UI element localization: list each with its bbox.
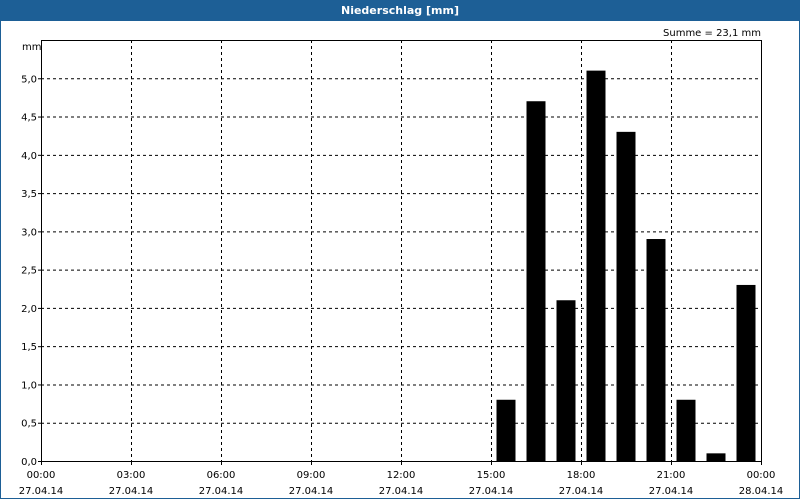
x-tick-time-label: 18:00 xyxy=(567,470,596,481)
x-tick-date-label: 27.04.14 xyxy=(379,486,424,497)
y-tick-label: 3,5 xyxy=(21,189,37,200)
precipitation-bar xyxy=(586,70,606,462)
bars xyxy=(496,70,756,462)
y-tick-labels: 0,0 0,5 1,0 1,5 2,0 2,5 3,0 3,5 4,0 4,5 5,0 xyxy=(21,74,37,468)
precipitation-bar xyxy=(556,300,576,461)
precipitation-bar xyxy=(646,239,666,461)
x-tick-time-label: 15:00 xyxy=(477,470,506,481)
precipitation-bar xyxy=(706,453,726,461)
precipitation-bar xyxy=(736,284,756,461)
y-tick-label: 2,5 xyxy=(21,266,37,277)
x-tick-time-label: 12:00 xyxy=(387,470,416,481)
precipitation-bar xyxy=(526,101,546,462)
x-tick-date-label: 27.04.14 xyxy=(199,486,244,497)
x-tick-time-label: 06:00 xyxy=(207,470,236,481)
x-tick-labels: 00:00 27.04.14 03:00 27.04.14 06:00 27.04.14 0… xyxy=(19,470,784,497)
precipitation-chart: mm Summe = 23,1 mm 0,0 0,5 1,0 1,5 2,0 2,5 3,0… xyxy=(19,28,784,497)
x-tick-date-label: 27.04.14 xyxy=(289,486,334,497)
x-tick-time-label: 00:00 xyxy=(27,470,56,481)
x-tick-time-label: 00:00 xyxy=(747,470,776,481)
y-tick-label: 0,0 xyxy=(21,457,37,468)
x-tick-date-label: 27.04.14 xyxy=(109,486,154,497)
y-tick-label: 5,0 xyxy=(21,74,37,85)
x-tick-time-label: 21:00 xyxy=(657,470,686,481)
y-tick-label: 2,0 xyxy=(21,304,37,315)
y-axis-unit-label: mm xyxy=(22,42,41,53)
x-tick-time-label: 03:00 xyxy=(117,470,146,481)
sum-label: Summe = 23,1 mm xyxy=(663,28,761,39)
x-tick-time-label: 09:00 xyxy=(297,470,326,481)
y-tick-label: 3,0 xyxy=(21,227,37,238)
precipitation-bar xyxy=(676,399,696,461)
x-tick-date-label: 27.04.14 xyxy=(649,486,694,497)
x-tick-date-label: 27.04.14 xyxy=(469,486,514,497)
y-tick-label: 4,0 xyxy=(21,151,37,162)
y-tick-label: 4,5 xyxy=(21,113,37,124)
x-tick-date-label: 27.04.14 xyxy=(559,486,604,497)
x-tick-date-label: 28.04.14 xyxy=(739,486,784,497)
precipitation-bar xyxy=(616,131,636,461)
y-tick-label: 1,0 xyxy=(21,380,37,391)
y-tick-label: 0,5 xyxy=(21,419,37,430)
y-tick-label: 1,5 xyxy=(21,342,37,353)
x-tick-date-label: 27.04.14 xyxy=(19,486,64,497)
precipitation-bar xyxy=(496,399,516,461)
